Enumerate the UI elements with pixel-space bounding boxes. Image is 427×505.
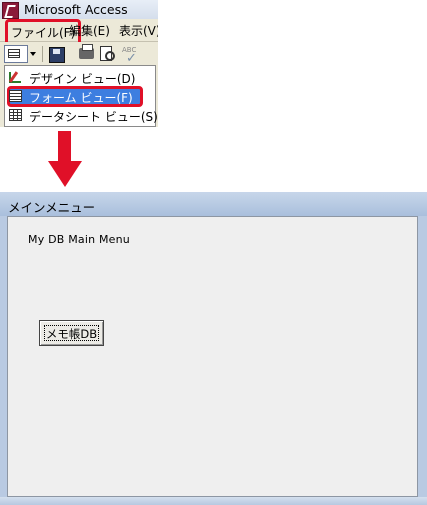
form-frame-left [0,216,7,497]
print-icon[interactable] [79,44,94,59]
form-view-icon [9,90,22,102]
access-title: Microsoft Access [24,2,128,17]
save-icon[interactable] [49,47,65,63]
main-menu-form-window: メインメニュー My DB Main Menu メモ帳DB [0,192,427,505]
menu-edit[interactable]: 編集(E) [69,22,110,39]
menu-item-design-view[interactable]: デザイン ビュー(D) [5,68,155,87]
menubar: ファイル(F) 編集(E) 表示(V) [0,19,158,46]
down-arrow-icon [58,131,71,161]
toolbar: ABC ✓ [0,42,158,66]
view-dropdown-menu: デザイン ビュー(D) フォーム ビュー(F) データシート ビュー(S) [4,65,158,127]
menu-item-form-view[interactable]: フォーム ビュー(F) [5,86,155,107]
design-view-icon [9,71,22,83]
form-heading: My DB Main Menu [28,233,130,246]
form-frame-bottom [0,497,427,505]
print-preview-icon[interactable] [100,46,115,61]
memo-db-button[interactable]: メモ帳DB [39,320,104,346]
access-titlebar: Microsoft Access [0,0,158,20]
access-window: Microsoft Access ファイル(F) 編集(E) 表示(V) ABC… [0,0,158,127]
toolbar-separator [42,46,43,62]
form-titlebar: メインメニュー [0,192,427,216]
spelling-icon[interactable]: ABC ✓ [122,46,142,66]
down-arrow-head-icon [48,161,82,187]
menu-item-datasheet-view[interactable]: データシート ビュー(S) [5,106,158,125]
checkmark-icon: ✓ [126,51,137,66]
access-app-icon [2,2,19,19]
view-dropdown-arrow-icon[interactable] [30,52,36,56]
memo-db-button-label: メモ帳DB [45,327,98,341]
datasheet-view-label: データシート ビュー(S) [29,110,158,124]
form-view-label: フォーム ビュー(F) [29,91,133,105]
view-form-icon[interactable] [4,45,28,63]
design-view-label: デザイン ビュー(D) [29,72,136,86]
menu-view[interactable]: 表示(V) [119,22,158,39]
form-frame-right [418,216,427,497]
form-body: My DB Main Menu メモ帳DB [7,216,418,497]
datasheet-view-icon [9,109,22,121]
form-window-title: メインメニュー [8,200,96,215]
